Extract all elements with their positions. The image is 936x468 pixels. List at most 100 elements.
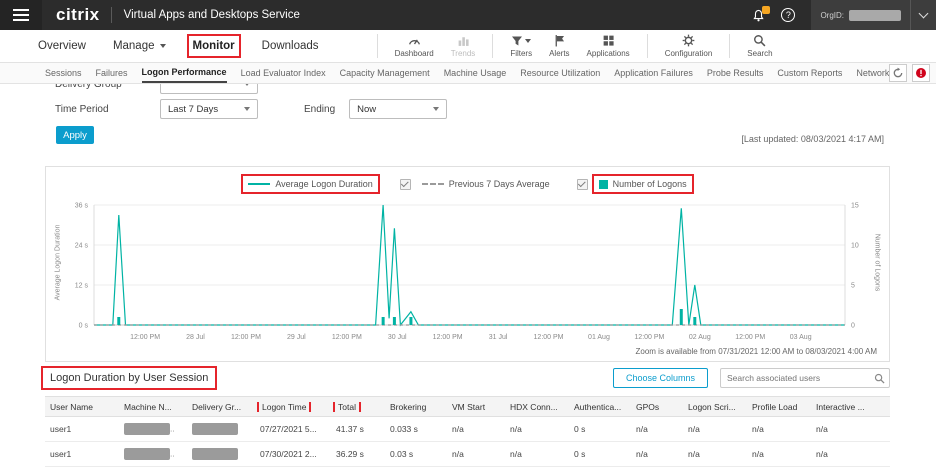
col-authentication[interactable]: Authentica... xyxy=(569,402,631,412)
col-vm-start[interactable]: VM Start xyxy=(447,402,505,412)
time-period-select[interactable]: Last 7 Days xyxy=(160,99,258,119)
legend-number-of-logons[interactable]: Number of Logons xyxy=(596,178,690,190)
tool-search[interactable]: Search xyxy=(747,34,772,58)
tool-applications[interactable]: Applications xyxy=(587,34,630,58)
col-delivery-group[interactable]: Delivery Gr... xyxy=(187,402,255,412)
notifications-button[interactable] xyxy=(752,9,765,22)
ending-value: Now xyxy=(357,104,376,115)
svg-text:30 Jul: 30 Jul xyxy=(388,334,407,341)
cell-logon-scripts: n/a xyxy=(683,449,747,459)
cell-gpos: n/a xyxy=(631,449,683,459)
subnav-application-failures[interactable]: Application Failures xyxy=(614,63,693,83)
subnav-label: Logon Performance xyxy=(142,67,227,77)
error-alert-button[interactable] xyxy=(912,64,930,82)
col-machine-name[interactable]: Machine N... xyxy=(119,402,187,412)
col-total[interactable]: Total xyxy=(331,402,385,412)
zoom-availability-note: Zoom is available from 07/31/2021 12:00 … xyxy=(636,347,878,356)
nav-item-monitor[interactable]: Monitor xyxy=(193,40,235,52)
search-input[interactable] xyxy=(721,373,874,383)
svg-text:5: 5 xyxy=(851,283,855,290)
redacted-machine-name xyxy=(124,448,170,460)
divider xyxy=(492,34,493,58)
cell-user-name: user1 xyxy=(45,424,119,434)
col-label: User Name xyxy=(50,402,93,412)
divider xyxy=(729,34,730,58)
table-header-bar: Logon Duration by User Session Choose Co… xyxy=(45,368,890,388)
svg-text:0: 0 xyxy=(851,323,855,330)
col-label: Profile Load xyxy=(752,402,797,412)
delivery-group-row: Delivery Group xyxy=(55,84,258,94)
svg-text:36 s: 36 s xyxy=(75,203,89,210)
subnav-sessions[interactable]: Sessions xyxy=(45,63,82,83)
nav-item-downloads[interactable]: Downloads xyxy=(262,40,319,52)
topbar-right: ? OrgID: xyxy=(752,0,936,30)
tool-dashboard[interactable]: Dashboard xyxy=(395,34,434,58)
subnav-machine-usage[interactable]: Machine Usage xyxy=(444,63,507,83)
nav-label-manage: Manage xyxy=(113,40,155,52)
svg-text:12:00 PM: 12:00 PM xyxy=(735,334,765,341)
subnav-logon-performance[interactable]: Logon Performance xyxy=(142,63,227,83)
svg-text:12:00 PM: 12:00 PM xyxy=(634,334,664,341)
tool-label: Applications xyxy=(587,49,630,58)
subnav-label: Load Evaluator Index xyxy=(241,68,326,78)
logon-chart-panel: Average Logon Duration Previous 7 Days A… xyxy=(45,166,890,362)
subnav-probe-results[interactable]: Probe Results xyxy=(707,63,764,83)
col-hdx-connection[interactable]: HDX Conn... xyxy=(505,402,569,412)
nav-label-monitor: Monitor xyxy=(193,40,235,52)
svg-text:0 s: 0 s xyxy=(79,323,89,330)
subnav-load-evaluator-index[interactable]: Load Evaluator Index xyxy=(241,63,326,83)
refresh-button[interactable] xyxy=(889,64,907,82)
col-brokering[interactable]: Brokering xyxy=(385,402,447,412)
col-gpos[interactable]: GPOs xyxy=(631,402,683,412)
legend-previous-average[interactable]: Previous 7 Days Average xyxy=(419,178,553,190)
tool-trends[interactable]: Trends xyxy=(451,34,476,58)
tool-configuration[interactable]: Configuration xyxy=(665,34,713,58)
divider xyxy=(647,34,648,58)
help-button[interactable]: ? xyxy=(781,8,795,22)
col-label: Interactive ... xyxy=(816,402,865,412)
cell-brokering: 0.033 s xyxy=(385,424,447,434)
delivery-group-select[interactable] xyxy=(160,84,258,94)
tool-alerts[interactable]: Alerts xyxy=(549,34,569,58)
logon-duration-chart[interactable]: 0 s012 s524 s1036 s1512:00 PM28 Jul12:00… xyxy=(54,199,883,349)
cell-delivery-group xyxy=(187,448,255,460)
subnav-label: Network xyxy=(856,68,889,78)
col-user-name[interactable]: User Name xyxy=(45,402,119,412)
previous-average-checkbox[interactable] xyxy=(400,179,411,190)
hamburger-menu-icon[interactable] xyxy=(0,0,42,30)
chevron-down-icon xyxy=(919,9,929,19)
chevron-down-icon xyxy=(244,107,250,111)
account-menu-button[interactable] xyxy=(910,0,936,30)
col-logon-scripts[interactable]: Logon Scri... xyxy=(683,402,747,412)
nav-item-manage[interactable]: Manage xyxy=(113,40,166,52)
last-updated-text: [Last updated: 08/03/2021 4:17 AM] xyxy=(741,134,884,144)
col-profile-load[interactable]: Profile Load xyxy=(747,402,811,412)
ending-select[interactable]: Now xyxy=(349,99,447,119)
svg-text:24 s: 24 s xyxy=(75,243,89,250)
col-label: VM Start xyxy=(452,402,485,412)
subnav-failures[interactable]: Failures xyxy=(96,63,128,83)
search-icon[interactable] xyxy=(874,373,885,384)
col-interactive[interactable]: Interactive ... xyxy=(811,402,890,412)
trends-icon xyxy=(457,34,470,47)
col-label: Logon Scri... xyxy=(688,402,736,412)
col-label: GPOs xyxy=(636,402,659,412)
col-logon-time[interactable]: Logon Time xyxy=(255,402,331,412)
org-id-label: OrgID: xyxy=(820,11,844,20)
subnav-network[interactable]: Network xyxy=(856,63,889,83)
tool-filters[interactable]: Filters xyxy=(510,34,532,58)
subnav-resource-utilization[interactable]: Resource Utilization xyxy=(520,63,600,83)
table-row[interactable]: user1 .. 07/30/2021 2... 36.29 s 0.03 s … xyxy=(45,442,890,467)
cell-machine-name: .. xyxy=(119,448,187,460)
cell-total: 36.29 s xyxy=(331,449,385,459)
subnav-custom-reports[interactable]: Custom Reports xyxy=(777,63,842,83)
org-id-box[interactable]: OrgID: xyxy=(811,0,910,30)
tool-label: Trends xyxy=(451,49,476,58)
choose-columns-button[interactable]: Choose Columns xyxy=(613,368,708,388)
number-of-logons-checkbox[interactable] xyxy=(577,179,588,190)
table-row[interactable]: user1 .. 07/27/2021 5... 41.37 s 0.033 s… xyxy=(45,417,890,442)
legend-average-logon-duration[interactable]: Average Logon Duration xyxy=(245,178,375,190)
subnav-capacity-management[interactable]: Capacity Management xyxy=(340,63,430,83)
nav-item-overview[interactable]: Overview xyxy=(38,40,86,52)
apply-button[interactable]: Apply xyxy=(56,126,94,144)
